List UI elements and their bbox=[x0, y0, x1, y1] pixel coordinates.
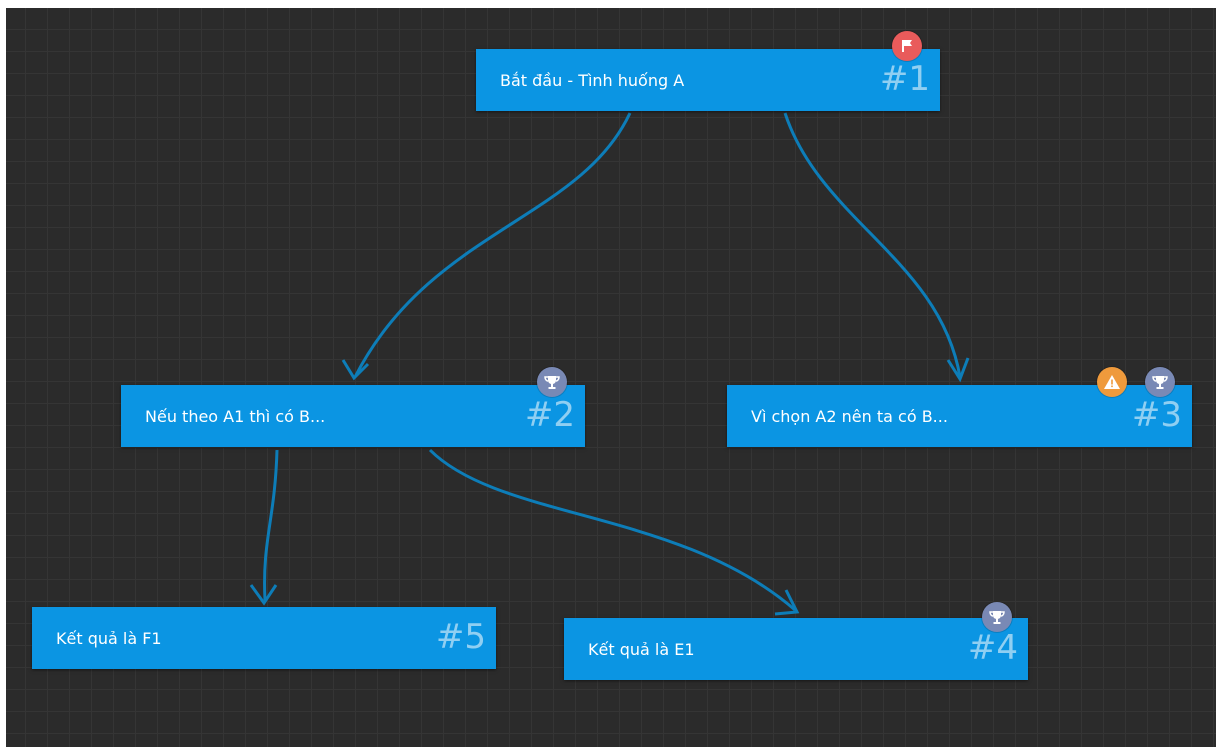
node-1[interactable]: Bắt đầu - Tình huống A #1 bbox=[476, 31, 940, 111]
node-3[interactable]: Vì chọn A2 nên ta có B... #3 bbox=[727, 367, 1192, 447]
node-5[interactable]: Kết quả là F1 #5 bbox=[32, 607, 496, 669]
node-4[interactable]: Kết quả là E1 #4 bbox=[564, 602, 1028, 680]
node-number: #5 bbox=[435, 617, 486, 657]
node-label: Kết quả là E1 bbox=[588, 639, 695, 659]
trophy-icon bbox=[537, 367, 567, 397]
node-number: #3 bbox=[1131, 395, 1182, 435]
start-flag-icon bbox=[892, 31, 922, 61]
node-2[interactable]: Nếu theo A1 thì có B... #2 bbox=[121, 367, 585, 447]
trophy-icon bbox=[1145, 367, 1175, 397]
node-label: Nếu theo A1 thì có B... bbox=[145, 406, 326, 426]
warning-icon bbox=[1097, 367, 1127, 397]
node-label: Kết quả là F1 bbox=[56, 628, 162, 648]
node-label: Bắt đầu - Tình huống A bbox=[500, 70, 685, 90]
node-number: #1 bbox=[879, 59, 930, 99]
node-label: Vì chọn A2 nên ta có B... bbox=[751, 406, 948, 426]
node-number: #4 bbox=[967, 628, 1018, 668]
node-number: #2 bbox=[524, 395, 575, 435]
trophy-icon bbox=[982, 602, 1012, 632]
